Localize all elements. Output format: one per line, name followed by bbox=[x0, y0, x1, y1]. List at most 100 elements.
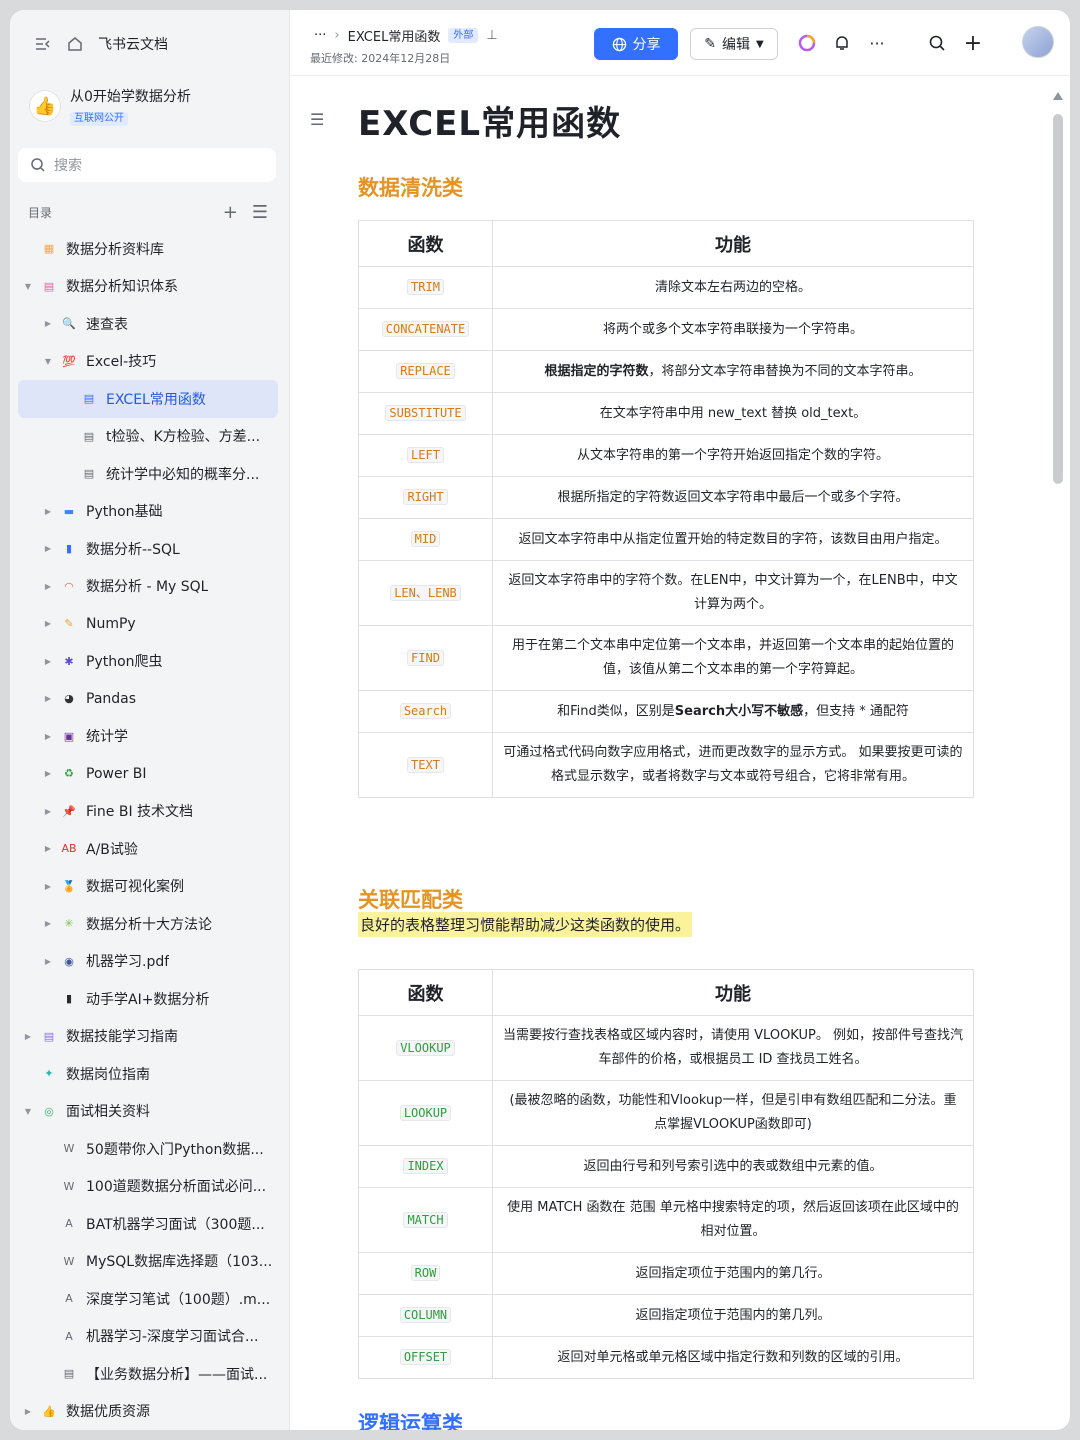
expand-right-icon[interactable]: ▶ bbox=[42, 882, 54, 891]
description-cell: 可通过格式代码向数字应用格式，进而更改数字的显示方式。 如果要按更可读的格式显示… bbox=[492, 732, 974, 798]
magnifier-icon: 🔍 bbox=[62, 317, 76, 331]
table-row: INDEX 返回由行号和列号索引选中的表或数组中元素的值。 bbox=[358, 1145, 974, 1188]
expand-right-icon[interactable]: ▶ bbox=[22, 1407, 34, 1416]
sidebar-item[interactable]: ▶ 👍 数据优质资源 bbox=[18, 1393, 278, 1431]
hundred-icon: 💯 bbox=[62, 354, 76, 368]
expand-right-icon[interactable]: ▶ bbox=[42, 582, 54, 591]
sidebar-item-label: 动手学AI+数据分析 bbox=[86, 991, 210, 1008]
avatar[interactable] bbox=[1022, 26, 1054, 58]
sidebar-item[interactable]: A BAT机器学习面试（300题... bbox=[18, 1205, 278, 1243]
expand-right-icon[interactable]: ▶ bbox=[42, 844, 54, 853]
description-cell: 清除文本左右两边的空格。 bbox=[492, 266, 974, 309]
add-icon[interactable]: + bbox=[223, 202, 238, 223]
sidebar-item[interactable]: A 机器学习-深度学习面试合... bbox=[18, 1318, 278, 1356]
edit-button[interactable]: ✎ 编辑 ▼ bbox=[690, 28, 778, 60]
sidebar-item[interactable]: ▶ ▮ 数据分析--SQL bbox=[18, 530, 278, 568]
scroll-thumb[interactable] bbox=[1053, 114, 1063, 484]
sidebar-item[interactable]: ▶ ✳ 数据分析十大方法论 bbox=[18, 905, 278, 943]
expand-right-icon[interactable]: ▶ bbox=[42, 957, 54, 966]
sidebar-item[interactable]: ▤ 统计学中必知的概率分... bbox=[18, 455, 278, 493]
function-name: FIND bbox=[407, 649, 444, 666]
function-name: MATCH bbox=[403, 1211, 448, 1228]
scrollbar[interactable] bbox=[1052, 84, 1064, 1424]
expand-right-icon[interactable]: ▶ bbox=[42, 657, 54, 666]
sidebar-item[interactable]: ▶ ♻ Power BI bbox=[18, 755, 278, 793]
sidebar-item[interactable]: ▶ 📌 Fine BI 技术文档 bbox=[18, 793, 278, 831]
expand-right-icon[interactable]: ▶ bbox=[42, 807, 54, 816]
search-icon[interactable] bbox=[926, 32, 948, 54]
sidebar-item[interactable]: ▤ 【业务数据分析】——面试... bbox=[18, 1355, 278, 1393]
sidebar-item[interactable]: ▦ 数据分析资料库 bbox=[18, 230, 278, 268]
more-icon[interactable]: ··· bbox=[866, 32, 888, 54]
add-icon[interactable]: + bbox=[962, 31, 984, 56]
sidebar-item[interactable]: ▶ ✱ Python爬虫 bbox=[18, 643, 278, 681]
section-heading: 数据清洗类 bbox=[358, 176, 463, 200]
sidebar-item[interactable]: W 100道题数据分析面试必问... bbox=[18, 1168, 278, 1206]
expand-right-icon[interactable]: ▶ bbox=[42, 694, 54, 703]
sidebar-item[interactable]: A 深度学习笔试（100题）.m... bbox=[18, 1280, 278, 1318]
expand-down-icon[interactable]: ▼ bbox=[42, 357, 54, 366]
function-cell: MID bbox=[358, 518, 493, 561]
sidebar-item[interactable]: ▶ ✎ NumPy bbox=[18, 605, 278, 643]
expand-down-icon[interactable]: ▼ bbox=[22, 1107, 34, 1116]
pin-icon[interactable]: ⊥ bbox=[486, 28, 497, 43]
expand-right-icon[interactable]: ▶ bbox=[42, 507, 54, 516]
sidebar-item[interactable]: ▮ 动手学AI+数据分析 bbox=[18, 980, 278, 1018]
sidebar-item[interactable]: ▤ EXCEL常用函数 bbox=[18, 380, 278, 418]
sidebar-item[interactable]: ▼ 💯 Excel-技巧 bbox=[18, 343, 278, 381]
sidebar-item[interactable]: ▶ ◉ 机器学习.pdf bbox=[18, 943, 278, 981]
expand-right-icon[interactable]: ▶ bbox=[42, 544, 54, 553]
sidebar-item-label: 数据岗位指南 bbox=[66, 1066, 150, 1083]
table-row: COLUMN 返回指定项位于范围内的第几列。 bbox=[358, 1294, 974, 1337]
expand-down-icon[interactable]: ▼ bbox=[22, 282, 34, 291]
home-icon[interactable] bbox=[66, 35, 84, 53]
description-text: 当需要按行查找表格或区域内容时，请使用 VLOOKUP。 例如，按部件号查找汽车… bbox=[503, 1028, 963, 1067]
scroll-up-icon[interactable] bbox=[1053, 92, 1063, 100]
collapse-sidebar-icon[interactable] bbox=[34, 35, 52, 53]
description-text: 返回指定项位于范围内的第几行。 bbox=[635, 1265, 831, 1281]
column-header: 功能 bbox=[492, 969, 974, 1016]
sidebar-item[interactable]: W MySQL数据库选择题（103... bbox=[18, 1243, 278, 1281]
expand-right-icon[interactable]: ▶ bbox=[22, 1032, 34, 1041]
external-tag: 外部 bbox=[448, 28, 479, 43]
sidebar-item[interactable]: W 50题带你入门Python数据... bbox=[18, 1130, 278, 1168]
expand-right-icon[interactable]: ▶ bbox=[42, 619, 54, 628]
sidebar-item[interactable]: ▶ 🏅 数据可视化案例 bbox=[18, 868, 278, 906]
sidebar-item[interactable]: ▶ ◠ 数据分析 - My SQL bbox=[18, 568, 278, 606]
description-text: 返回文本字符串中的字符个数。在LEN中，中文计算为一个，在LENB中，中文计算为… bbox=[508, 573, 958, 612]
app-name[interactable]: 飞书云文档 bbox=[98, 34, 168, 54]
function-cell: TEXT bbox=[358, 732, 493, 798]
sidebar-item-label: BAT机器学习面试（300题... bbox=[86, 1216, 265, 1233]
outline-icon[interactable]: ☰ bbox=[310, 110, 324, 129]
doc-name[interactable]: EXCEL常用函数 bbox=[348, 26, 441, 45]
sidebar-item[interactable]: ▼ ▤ 数据分析知识体系 bbox=[18, 268, 278, 306]
description-cell: 用于在第二个文本串中定位第一个文本串，并返回第一个文本串的起始位置的值，该值从第… bbox=[492, 625, 974, 691]
bar-chart-icon: ▮ bbox=[65, 542, 73, 556]
sidebar-item[interactable]: ▶ AB A/B试验 bbox=[18, 830, 278, 868]
expand-right-icon[interactable]: ▶ bbox=[42, 319, 54, 328]
expand-right-icon[interactable]: ▶ bbox=[42, 769, 54, 778]
bell-icon[interactable] bbox=[831, 32, 853, 54]
function-cell: INDEX bbox=[358, 1145, 493, 1188]
sidebar-item[interactable]: ✦ 数据岗位指南 bbox=[18, 1055, 278, 1093]
breadcrumb-more[interactable]: ··· bbox=[314, 28, 326, 43]
expand-right-icon[interactable]: ▶ bbox=[42, 732, 54, 741]
description-cell: 返回指定项位于范围内的第几列。 bbox=[492, 1294, 974, 1337]
search-input[interactable]: 搜索 bbox=[18, 148, 276, 182]
function-name: CONCATENATE bbox=[381, 321, 470, 337]
workspace-header[interactable]: 👍 从0开始学数据分析 互联网公开 bbox=[30, 86, 191, 126]
sidebar-item[interactable]: ▶ ▬ Python基础 bbox=[18, 493, 278, 531]
sidebar-item[interactable]: ▤ t检验、K方检验、方差... bbox=[18, 418, 278, 456]
sidebar-item[interactable]: ▶ ◕ Pandas bbox=[18, 680, 278, 718]
ai-assistant-icon[interactable] bbox=[796, 32, 818, 54]
sidebar-item[interactable]: ▶ ▣ 统计学 bbox=[18, 718, 278, 756]
sidebar-item[interactable]: ▼ ◎ 面试相关资料 bbox=[18, 1093, 278, 1131]
description-cell: 在文本字符串中用 new_text 替换 old_text。 bbox=[492, 392, 974, 435]
sidebar-item[interactable]: ▶ 🔍 速查表 bbox=[18, 305, 278, 343]
sidebar-item[interactable]: ▶ ▤ 数据技能学习指南 bbox=[18, 1018, 278, 1056]
functions-table-cleaning: 函数 功能 TRIM 清除文本左右两边的空格。 CONCATENATE 将两个或多个文… bbox=[358, 220, 974, 798]
share-button[interactable]: 分享 bbox=[594, 28, 678, 60]
sidebar-item-label: EXCEL常用函数 bbox=[106, 391, 206, 408]
list-settings-icon[interactable]: ☰ bbox=[252, 202, 268, 223]
expand-right-icon[interactable]: ▶ bbox=[42, 919, 54, 928]
